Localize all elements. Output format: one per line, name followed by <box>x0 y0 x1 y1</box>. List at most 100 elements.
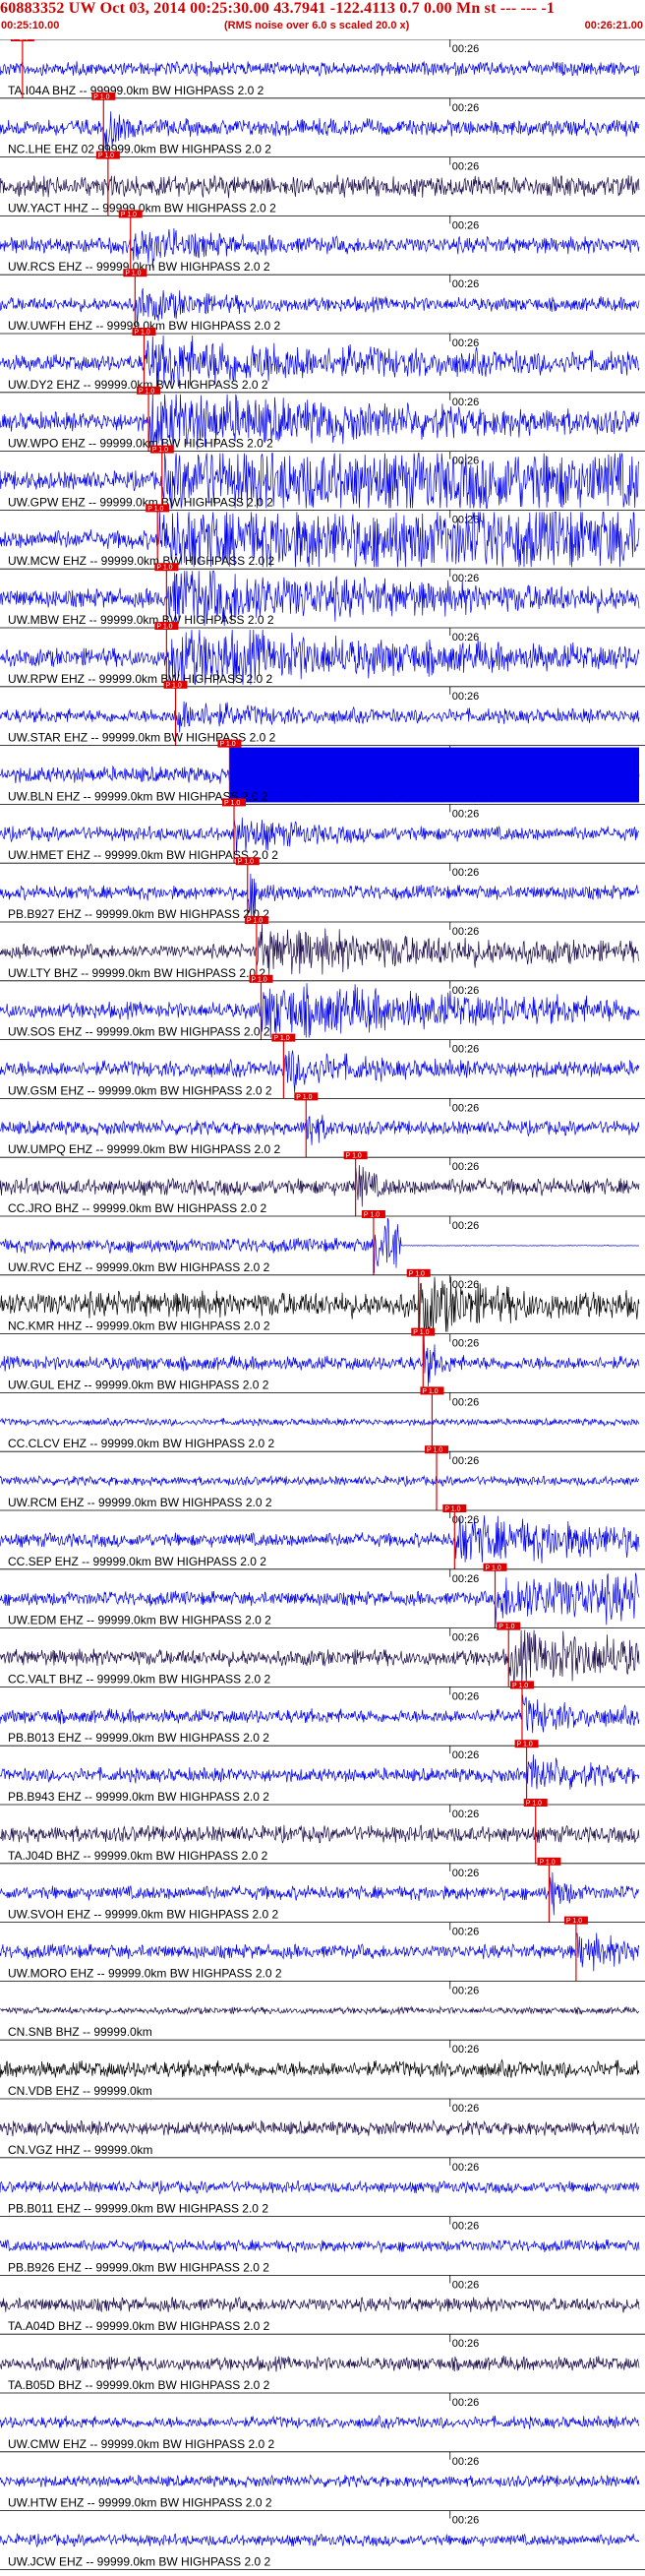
channel-label: PB.B926 EHZ -- 99999.0km BW HIGHPASS 2.0… <box>8 2260 269 2274</box>
channel-label: UW.RCM EHZ -- 99999.0km BW HIGHPASS 2.0 … <box>8 1496 272 1509</box>
event-title: 60883352 UW Oct 03, 2014 00:25:30.00 43.… <box>0 0 556 17</box>
time-tick-label: 00:26 <box>452 573 480 584</box>
waveform-trace <box>0 2533 640 2548</box>
time-tick-label: 00:26 <box>452 514 480 525</box>
time-tick-label: 00:26 <box>452 1338 480 1350</box>
channel-label: NC.KMR HHZ -- 99999.0km BW HIGHPASS 2.0 … <box>8 1319 270 1333</box>
pick-label: P 1.0 <box>156 565 172 572</box>
channel-label: CC.VALT BHZ -- 99999.0km BW HIGHPASS 2.0… <box>8 1672 271 1686</box>
pick-label: P 1.0 <box>566 1918 582 1925</box>
pick-label: P 1.0 <box>98 153 114 159</box>
channel-label: UW.WPO EHZ -- 99999.0km BW HIGHPASS 2.0 … <box>8 437 273 451</box>
time-tick-label: 00:26 <box>452 2456 480 2468</box>
pick-label: P 1.0 <box>93 93 109 100</box>
time-tick-label: 00:26 <box>452 397 480 408</box>
time-tick-label: 00:26 <box>452 337 480 349</box>
pick-label: P 1.0 <box>166 682 182 689</box>
start-time-label: 00:25:10.00 <box>1 20 60 31</box>
time-tick-label: 00:26 <box>452 2338 480 2350</box>
time-tick-label: 00:26 <box>452 278 480 290</box>
waveform-trace <box>0 174 640 199</box>
time-tick-label: 00:26 <box>452 926 480 938</box>
channel-label: UW.RVC EHZ -- 99999.0km BW HIGHPASS 2.0 … <box>8 1260 270 1274</box>
channel-label: TA.J04D BHZ -- 99999.0km BW HIGHPASS 2.0… <box>8 1849 268 1863</box>
time-tick-label: 00:26 <box>452 2279 480 2291</box>
time-tick-label: 00:26 <box>452 1749 480 1761</box>
time-tick-label: 00:26 <box>452 1220 480 1232</box>
waveform-trace <box>0 2058 640 2078</box>
channel-label: PB.B927 EHZ -- 99999.0km BW HIGHPASS 2.0… <box>8 907 269 921</box>
waveform-trace <box>0 2474 640 2488</box>
waveform-saturated-block <box>229 747 640 803</box>
channel-label: UW.HTW EHZ -- 99999.0km BW HIGHPASS 2.0 … <box>8 2496 272 2510</box>
pick-label: P 1.0 <box>273 1035 289 1042</box>
plot-header: 60883352 UW Oct 03, 2014 00:25:30.00 43.… <box>0 0 645 39</box>
channel-label: TA.I04A BHZ -- 99999.0km BW HIGHPASS 2.0… <box>8 84 264 97</box>
pick-label: P 1.0 <box>539 1859 555 1866</box>
pick-label: P 1.0 <box>134 330 149 337</box>
waveform-trace <box>0 1694 640 1734</box>
rms-note: (RMS noise over 6.0 s scaled 20.0 x) <box>224 20 410 31</box>
time-tick-label: 00:26 <box>452 1573 480 1585</box>
time-tick-label: 00:26 <box>452 43 480 55</box>
pick-label: P 1.0 <box>427 1447 442 1454</box>
pick-label: P 1.0 <box>147 506 163 513</box>
waveform-trace <box>0 1474 640 1488</box>
pick-label: P 1.0 <box>139 388 154 395</box>
pick-label: P 1.0 <box>346 1153 362 1160</box>
time-tick-label: 00:26 <box>452 1632 480 1644</box>
channel-label: UW.EDM EHZ -- 99999.0km BW HIGHPASS 2.0 … <box>8 1614 271 1627</box>
pick-label: P 1.0 <box>517 1742 533 1748</box>
time-tick-label: 00:26 <box>452 2221 480 2233</box>
channel-label: UW.UMPQ EHZ -- 99999.0km BW HIGHPASS 2.0… <box>8 1142 281 1156</box>
time-tick-label: 00:26 <box>452 632 480 644</box>
time-tick-label: 00:26 <box>452 161 480 173</box>
waveform-trace <box>0 1114 640 1145</box>
pick-label: P 1.0 <box>498 1624 514 1630</box>
waveform-trace <box>0 2005 640 2016</box>
waveform-trace <box>0 1754 640 1790</box>
pick-label: P 1.0 <box>422 1388 438 1395</box>
waveform-trace <box>0 2296 640 2313</box>
time-tick-label: 00:26 <box>452 2044 480 2055</box>
time-tick-label: 00:26 <box>452 2162 480 2174</box>
pick-label: P 1.0 <box>247 918 263 925</box>
channel-label: UW.GUL EHZ -- 99999.0km BW HIGHPASS 2.0 … <box>8 1378 269 1391</box>
pick-label: P 1.0 <box>296 1094 312 1101</box>
time-tick-label: 00:26 <box>452 2103 480 2115</box>
time-tick-label: 00:26 <box>452 1927 480 1938</box>
time-tick-label: 00:26 <box>452 691 480 703</box>
waveform-trace <box>0 60 640 77</box>
channel-label: UW.SVOH EHZ -- 99999.0km BW HIGHPASS 2.0… <box>8 1908 279 1922</box>
pick-label: P 1.0 <box>13 39 29 42</box>
channel-label: CN.SNB BHZ -- 99999.0km <box>8 2025 152 2039</box>
pick-label: P 1.0 <box>444 1506 460 1513</box>
time-tick-label: 00:26 <box>452 1455 480 1467</box>
time-tick-label: 00:26 <box>452 1690 480 1702</box>
pick-label: P 1.0 <box>224 800 240 807</box>
time-tick-label: 00:26 <box>452 1809 480 1820</box>
pick-label: P 1.0 <box>156 624 172 631</box>
time-tick-label: 00:26 <box>452 985 480 997</box>
seismogram-plot: 00:26P 1.0TA.I04A BHZ -- 99999.0km BW HI… <box>0 39 645 2570</box>
channel-label: UW.LTY BHZ -- 99999.0km BW HIGHPASS 2.0 … <box>8 966 265 980</box>
time-tick-label: 00:26 <box>452 1161 480 1173</box>
time-tick-label: 00:26 <box>452 219 480 231</box>
channel-label: NC.LHE EHZ 02 99999.0km BW HIGHPASS 2.0 … <box>8 143 271 156</box>
channel-label: CC.JRO BHZ -- 99999.0km BW HIGHPASS 2.0 … <box>8 1201 267 1215</box>
end-time-label: 00:26:21.00 <box>584 20 643 31</box>
channel-label: PB.B013 EHZ -- 99999.0km BW HIGHPASS 2.0… <box>8 1731 269 1745</box>
channel-label: UW.CMW EHZ -- 99999.0km BW HIGHPASS 2.0 … <box>8 2437 274 2451</box>
pick-label: P 1.0 <box>238 859 254 866</box>
pick-label: P 1.0 <box>121 212 137 218</box>
time-tick-label: 00:26 <box>452 102 480 114</box>
waveform-trace <box>0 1417 640 1428</box>
channel-label: TA.B05D BHZ -- 99999.0km BW HIGHPASS 2.0… <box>8 2378 270 2392</box>
waveform-trace <box>0 2415 640 2430</box>
time-tick-label: 00:26 <box>452 1985 480 1996</box>
time-tick-label: 00:26 <box>452 2397 480 2409</box>
channel-label: UW.MBW EHZ -- 99999.0km BW HIGHPASS 2.0 … <box>8 613 274 627</box>
channel-label: PB.B011 EHZ -- 99999.0km BW HIGHPASS 2.0… <box>8 2202 268 2216</box>
channel-label: CN.VDB EHZ -- 99999.0km <box>8 2084 152 2098</box>
pick-label: P 1.0 <box>364 1212 380 1219</box>
